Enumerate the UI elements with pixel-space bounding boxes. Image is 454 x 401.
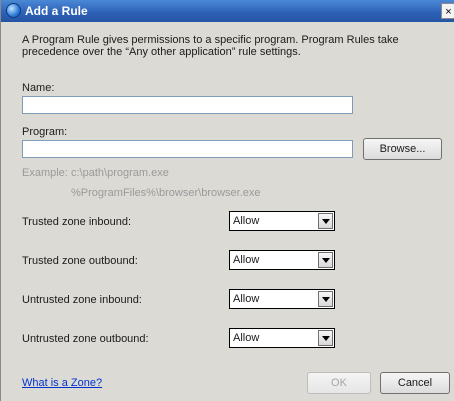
chevron-down-icon[interactable] (318, 213, 333, 229)
chevron-down-icon[interactable] (318, 330, 333, 346)
zone-label-trusted-outbound: Trusted zone outbound: (22, 255, 138, 267)
example-path-1: c:\path\program.exe (71, 167, 169, 179)
app-icon (6, 3, 21, 18)
add-rule-dialog: Add a Rule × A Program Rule gives permis… (0, 0, 454, 401)
cancel-button[interactable]: Cancel (380, 372, 450, 394)
program-label: Program: (22, 126, 68, 138)
chevron-down-icon[interactable] (318, 291, 333, 307)
program-input[interactable] (22, 140, 353, 158)
description-text: A Program Rule gives permissions to a sp… (22, 34, 399, 58)
close-icon[interactable]: × (441, 3, 454, 19)
chevron-down-icon[interactable] (318, 252, 333, 268)
untrusted-inbound-select[interactable]: Allow (229, 289, 335, 309)
untrusted-outbound-select[interactable]: Allow (229, 328, 335, 348)
trusted-outbound-select[interactable]: Allow (229, 250, 335, 270)
zone-label-untrusted-outbound: Untrusted zone outbound: (22, 333, 149, 345)
trusted-inbound-select[interactable]: Allow (229, 211, 335, 231)
zone-label-untrusted-inbound: Untrusted zone inbound: (22, 294, 142, 306)
dialog-title: Add a Rule (25, 4, 88, 18)
example-label: Example: (22, 167, 68, 179)
what-is-zone-link[interactable]: What is a Zone? (22, 377, 102, 389)
title-bar[interactable]: Add a Rule × (1, 0, 454, 22)
ok-button[interactable]: OK (307, 372, 371, 394)
example-path-2: %ProgramFiles%\browser\browser.exe (71, 187, 261, 199)
name-input[interactable] (22, 96, 353, 114)
zone-label-trusted-inbound: Trusted zone inbound: (22, 216, 132, 228)
name-label: Name: (22, 82, 55, 94)
browse-button[interactable]: Browse... (363, 138, 442, 160)
